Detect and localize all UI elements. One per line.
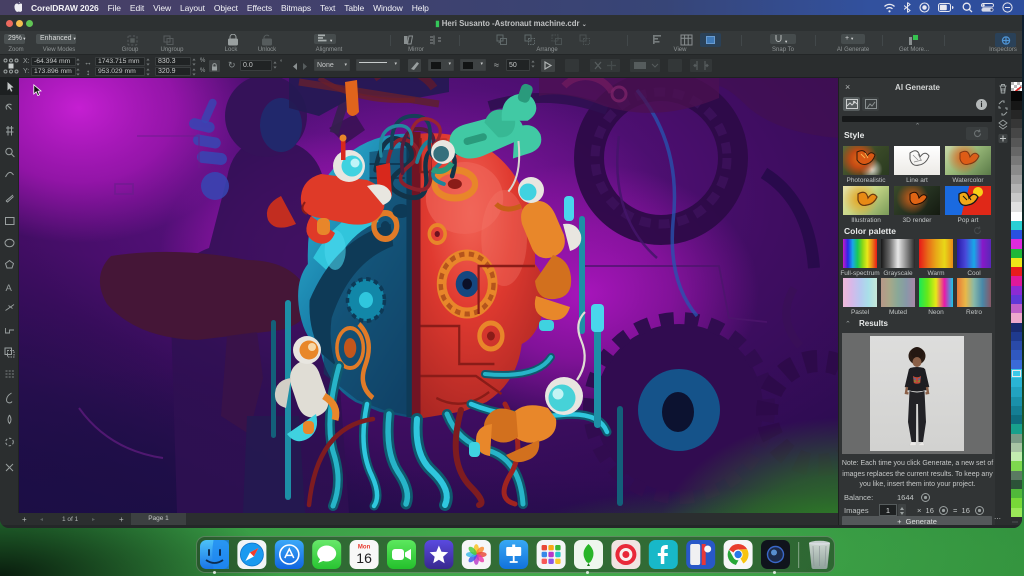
svg-text:A: A <box>6 283 13 294</box>
svg-text:16: 16 <box>356 550 372 566</box>
